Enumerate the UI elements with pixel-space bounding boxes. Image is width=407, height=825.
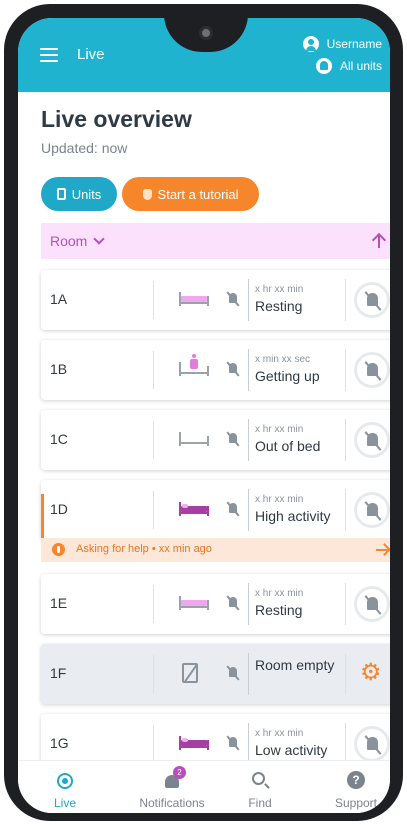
hand-wave-icon bbox=[142, 188, 152, 200]
room-number: 1D bbox=[50, 501, 68, 517]
status-duration: x hr xx min bbox=[255, 424, 304, 435]
bell-muted-icon bbox=[226, 361, 240, 377]
room-number: 1F bbox=[50, 665, 67, 681]
nav-support-label: Support bbox=[334, 796, 378, 810]
room-card-1d[interactable]: 1D x hr xx min High activity bbox=[41, 480, 390, 540]
page-title: Live overview bbox=[41, 106, 192, 132]
username-label: Username bbox=[326, 37, 382, 51]
app-bar: Live Username All units bbox=[18, 18, 390, 92]
bell-muted-icon bbox=[226, 665, 240, 681]
camera-icon bbox=[199, 26, 213, 40]
units-filter-label: All units bbox=[339, 59, 382, 73]
updated-status: Updated: now bbox=[41, 140, 128, 156]
sort-field-label: Room bbox=[50, 233, 88, 249]
live-radar-icon bbox=[57, 773, 73, 789]
raised-hand-icon bbox=[52, 543, 65, 556]
bottom-navigation: Live 2 Notifications Find ? Support bbox=[18, 760, 390, 813]
mute-alerts-button[interactable] bbox=[354, 492, 390, 528]
status-label: Resting bbox=[255, 602, 303, 618]
chevron-down-icon[interactable] bbox=[93, 232, 106, 245]
nav-find-label: Find bbox=[248, 796, 272, 810]
start-tutorial-button[interactable]: Start a tutorial bbox=[122, 177, 259, 211]
units-filter[interactable]: All units bbox=[315, 58, 382, 74]
empty-bed-icon bbox=[179, 432, 209, 446]
bell-muted-icon bbox=[226, 291, 240, 307]
nav-find[interactable]: Find bbox=[230, 761, 290, 813]
search-icon bbox=[252, 772, 265, 785]
app-bar-title: Live bbox=[77, 46, 105, 63]
app-screen: Live Username All units Live overview Up… bbox=[18, 18, 390, 813]
gear-icon[interactable] bbox=[360, 658, 382, 686]
status-duration: x hr xx min bbox=[255, 494, 304, 505]
status-label: Getting up bbox=[255, 368, 320, 384]
phone-frame: Live Username All units Live overview Up… bbox=[4, 4, 403, 821]
arrow-right-icon[interactable] bbox=[376, 549, 388, 551]
status-duration: x hr xx min bbox=[255, 588, 304, 599]
bed-icon bbox=[179, 596, 209, 610]
room-card-1c[interactable]: 1C x hr xx min Out of bed bbox=[41, 410, 390, 470]
sort-ascending-arrow-icon[interactable] bbox=[372, 233, 386, 249]
user-icon bbox=[302, 36, 319, 52]
status-duration: x min xx sec bbox=[255, 354, 311, 365]
bed-active-icon bbox=[179, 736, 209, 750]
mute-alerts-button[interactable] bbox=[354, 352, 390, 388]
nav-live[interactable]: Live bbox=[30, 761, 100, 813]
room-card-1b[interactable]: 1B x min xx sec Getting up bbox=[41, 340, 390, 400]
mute-alerts-button[interactable] bbox=[354, 422, 390, 458]
tutorial-button-label: Start a tutorial bbox=[157, 186, 239, 202]
bed-icon bbox=[179, 292, 209, 306]
room-card-1f[interactable]: 1F Room empty bbox=[41, 644, 390, 704]
room-number: 1E bbox=[50, 595, 68, 611]
nav-live-label: Live bbox=[53, 796, 76, 810]
help-icon: ? bbox=[347, 771, 365, 789]
user-account[interactable]: Username bbox=[302, 36, 382, 52]
units-button[interactable]: Units bbox=[41, 177, 117, 211]
bed-active-icon bbox=[179, 502, 209, 516]
notification-count-badge: 2 bbox=[173, 766, 186, 779]
bed-person-icon bbox=[179, 354, 209, 376]
status-label: Resting bbox=[255, 298, 303, 314]
room-card-1e[interactable]: 1E x hr xx min Resting bbox=[41, 574, 390, 634]
status-label: Low activity bbox=[255, 742, 328, 758]
help-request-alert[interactable]: Asking for help • xx min ago bbox=[41, 538, 390, 562]
nav-notifications[interactable]: 2 Notifications bbox=[126, 761, 218, 813]
hamburger-menu-icon[interactable] bbox=[40, 48, 58, 62]
bell-muted-icon bbox=[226, 431, 240, 447]
room-card-1a[interactable]: 1A x hr xx min Resting bbox=[41, 270, 390, 330]
bell-muted-icon bbox=[226, 595, 240, 611]
mute-alerts-button[interactable] bbox=[354, 586, 390, 622]
nav-notifications-label: Notifications bbox=[139, 796, 205, 810]
room-number: 1B bbox=[50, 361, 68, 377]
status-duration: x hr xx min bbox=[255, 728, 304, 739]
units-button-label: Units bbox=[71, 186, 102, 202]
nav-support[interactable]: ? Support bbox=[326, 761, 386, 813]
bell-muted-icon bbox=[226, 735, 240, 751]
status-label: Out of bed bbox=[255, 438, 321, 454]
mute-alerts-button[interactable] bbox=[354, 726, 390, 762]
sort-bar[interactable]: Room bbox=[41, 223, 390, 259]
bell-icon bbox=[315, 58, 332, 74]
status-label: Room empty bbox=[255, 657, 335, 673]
bell-muted-icon bbox=[226, 501, 240, 517]
help-request-text: Asking for help • xx min ago bbox=[76, 543, 212, 555]
room-number: 1G bbox=[50, 735, 69, 751]
status-label: High activity bbox=[255, 508, 331, 524]
room-number: 1A bbox=[50, 291, 68, 307]
door-icon bbox=[56, 188, 66, 200]
room-empty-door-icon bbox=[182, 663, 198, 683]
camera-notch bbox=[164, 18, 248, 52]
mute-alerts-button[interactable] bbox=[354, 282, 390, 318]
room-number: 1C bbox=[50, 431, 68, 447]
status-duration: x hr xx min bbox=[255, 284, 304, 295]
